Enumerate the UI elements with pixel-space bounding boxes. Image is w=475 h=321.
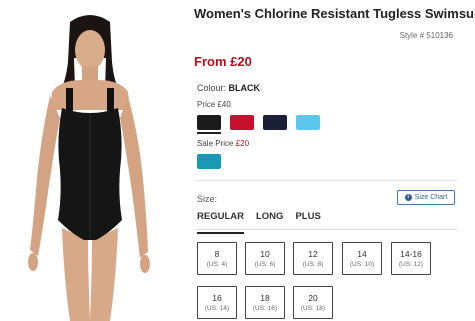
sale-price-label: Sale Price £20 xyxy=(197,139,249,148)
tab-long[interactable]: LONG xyxy=(256,211,283,229)
tab-regular[interactable]: REGULAR xyxy=(197,211,244,234)
product-title: Women's Chlorine Resistant Tugless Swims… xyxy=(194,6,475,21)
size-value: 14-16 xyxy=(400,248,422,259)
colour-label: Colour: xyxy=(197,83,227,93)
colour-selected: BLACK xyxy=(228,83,261,93)
sale-label-text: Sale Price xyxy=(197,139,234,148)
size-us: (US: 14) xyxy=(204,304,230,312)
size-option[interactable]: 8 (US: 4) xyxy=(197,242,237,275)
swatch-teal[interactable] xyxy=(197,154,221,169)
size-option[interactable]: 18 (US: 16) xyxy=(245,286,285,319)
size-option[interactable]: 14 (US: 10) xyxy=(342,242,382,275)
tabs-underline xyxy=(195,229,457,230)
price-from: From £20 xyxy=(194,54,252,69)
size-value: 10 xyxy=(260,248,270,259)
size-us: (US: 4) xyxy=(206,260,228,268)
size-us: (US: 10) xyxy=(349,260,375,268)
swatch-black[interactable] xyxy=(197,115,221,134)
product-info-panel: Women's Chlorine Resistant Tugless Swims… xyxy=(180,0,475,321)
size-us: (US: 12) xyxy=(398,260,424,268)
size-value: 20 xyxy=(308,292,318,303)
tab-plus[interactable]: PLUS xyxy=(295,211,320,229)
size-option[interactable]: 12 (US: 8) xyxy=(293,242,333,275)
regular-price-label: Price £40 xyxy=(197,100,231,109)
swatch-light-blue[interactable] xyxy=(296,115,320,130)
sale-price-value: £20 xyxy=(235,139,250,148)
size-chart-button[interactable]: i Size Chart xyxy=(397,190,455,205)
size-value: 8 xyxy=(214,248,220,259)
size-option[interactable]: 14-16 (US: 12) xyxy=(391,242,431,275)
size-value: 18 xyxy=(260,292,270,303)
size-us: (US: 16) xyxy=(252,304,278,312)
size-label: Size: xyxy=(197,194,218,204)
size-option[interactable]: 20 (US: 18) xyxy=(293,286,333,319)
size-us: (US: 8) xyxy=(302,260,324,268)
size-option[interactable]: 10 (US: 6) xyxy=(245,242,285,275)
product-image[interactable] xyxy=(0,0,180,321)
swatch-red[interactable] xyxy=(230,115,254,130)
size-option[interactable]: 16 (US: 14) xyxy=(197,286,237,319)
colour-row: Colour: BLACK xyxy=(197,83,260,93)
model-photo xyxy=(28,15,150,321)
style-number: Style # 510136 xyxy=(399,31,453,40)
divider xyxy=(195,180,457,181)
size-us: (US: 18) xyxy=(300,304,326,312)
size-chart-label: Size Chart xyxy=(414,194,448,201)
size-value: 14 xyxy=(357,248,367,259)
info-icon: i xyxy=(404,194,412,201)
swatch-navy[interactable] xyxy=(263,115,287,130)
size-us: (US: 6) xyxy=(254,260,276,268)
size-value: 12 xyxy=(308,248,318,259)
fit-tabs: REGULAR LONG PLUS xyxy=(197,211,321,234)
size-value: 16 xyxy=(212,292,222,303)
